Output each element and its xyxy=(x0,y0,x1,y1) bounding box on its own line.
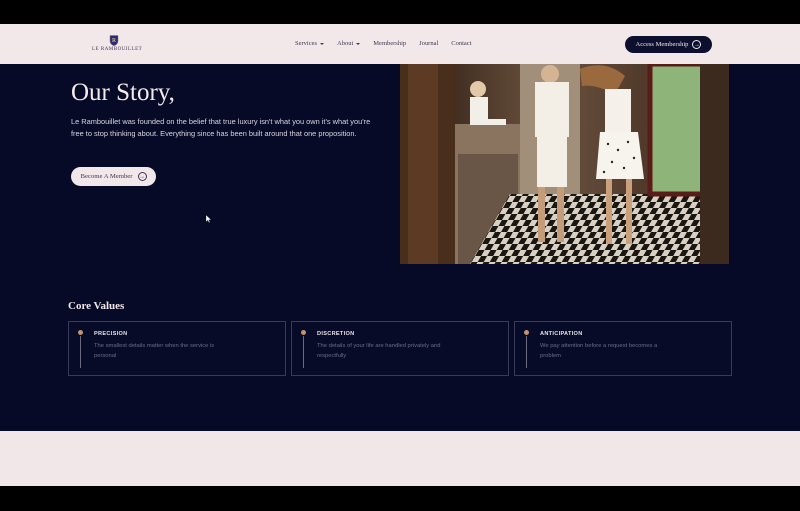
mouse-cursor-icon xyxy=(206,215,212,223)
value-card-text: We pay attention before a request become… xyxy=(540,343,658,359)
nav-item-services[interactable]: Services xyxy=(295,40,325,47)
nav-item-label: Services xyxy=(295,40,318,47)
screen-frame-top xyxy=(0,0,800,24)
chevron-down-icon xyxy=(356,42,361,45)
nav-item-contact[interactable]: Contact xyxy=(451,40,471,47)
footer-band xyxy=(0,431,800,486)
value-card-title: ANTICIPATION xyxy=(540,331,583,337)
bullet-dot-icon xyxy=(78,330,83,335)
nav-item-journal[interactable]: Journal xyxy=(419,40,438,47)
crest-icon: R xyxy=(109,35,119,46)
nav-item-membership[interactable]: Membership xyxy=(373,40,406,47)
core-values-list: PRECISION The smallest details matter wh… xyxy=(68,321,732,376)
value-card-text: The details of your life are handled pri… xyxy=(317,343,441,359)
value-card-precision: PRECISION The smallest details matter wh… xyxy=(68,321,286,376)
card-divider xyxy=(80,336,81,368)
site-logo[interactable]: R LE RAMBOUILLET xyxy=(92,35,143,55)
nav-item-about[interactable]: About xyxy=(337,40,361,47)
value-card-discretion: DISCRETION The details of your life are … xyxy=(291,321,509,376)
page: R LE RAMBOUILLET Services About Membersh… xyxy=(0,24,800,486)
value-card-anticipation: ANTICIPATION We pay attention before a r… xyxy=(514,321,732,376)
screen-frame-bottom xyxy=(0,486,800,511)
card-divider xyxy=(303,336,304,368)
become-member-button[interactable]: Become A Member → xyxy=(71,167,156,186)
nav-item-label: About xyxy=(337,40,354,47)
chevron-down-icon xyxy=(320,42,325,45)
crest-letter: R xyxy=(112,38,116,44)
value-card-title: DISCRETION xyxy=(317,331,355,337)
access-membership-button[interactable]: Access Membership → xyxy=(625,36,712,53)
page-title: Our Story, xyxy=(71,79,175,106)
nav-item-label: Journal xyxy=(419,40,439,47)
core-values-title: Core Values xyxy=(68,300,125,312)
hero-section: Our Story, Le Rambouillet was founded on… xyxy=(0,64,800,431)
bullet-dot-icon xyxy=(524,330,529,335)
value-card-title: PRECISION xyxy=(94,331,128,337)
main-nav: Services About Membership Journal Contac… xyxy=(295,40,485,47)
arrow-right-circle-icon: → xyxy=(692,40,702,49)
bullet-dot-icon xyxy=(301,330,306,335)
logo-text: LE RAMBOUILLET xyxy=(92,47,143,52)
photo-illustration xyxy=(400,64,729,264)
story-text: Le Rambouillet was founded on the belief… xyxy=(71,117,371,139)
nav-item-label: Contact xyxy=(451,40,472,47)
nav-item-label: Membership xyxy=(373,40,407,47)
card-divider xyxy=(526,336,527,368)
become-member-label: Become A Member xyxy=(80,173,133,180)
value-card-text: The smallest details matter when the ser… xyxy=(94,343,215,359)
access-membership-label: Access Membership xyxy=(635,41,689,48)
site-header: R LE RAMBOUILLET Services About Membersh… xyxy=(0,24,800,64)
arrow-right-circle-icon: → xyxy=(137,172,147,181)
family-kitchen-photo xyxy=(400,64,729,264)
